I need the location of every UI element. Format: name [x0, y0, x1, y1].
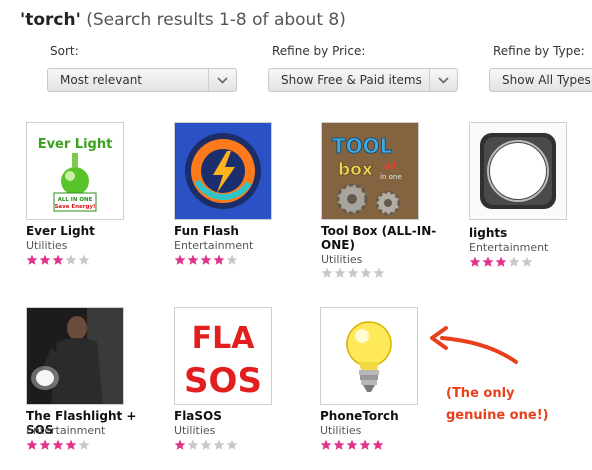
app-category: Utilities [320, 424, 362, 437]
app-category: Entertainment [174, 239, 254, 252]
app-name[interactable]: FlaSOS [174, 409, 294, 423]
flasos-logo-fla: FLA [192, 321, 256, 356]
type-filter: Refine by Type: [489, 44, 585, 58]
app-name[interactable]: Tool Box (ALL-IN-ONE) [321, 224, 441, 252]
annotation-line-1: (The only [446, 386, 515, 401]
star-filled-icon [65, 439, 77, 450]
star-rating [26, 254, 91, 266]
star-filled-icon [213, 254, 225, 265]
sort-dropdown[interactable]: Most relevant [47, 68, 237, 92]
star-filled-icon [372, 439, 384, 450]
toolbox-logo-tool: TOOL [332, 134, 393, 158]
star-rating [320, 439, 385, 451]
star-rating [26, 439, 91, 451]
type-label: Refine by Type: [493, 44, 585, 58]
yellow-lightbulb-icon[interactable] [320, 307, 418, 405]
star-filled-icon [52, 254, 64, 265]
star-filled-icon [482, 256, 494, 267]
sort-label: Sort: [50, 44, 79, 58]
ever-light-badge-line2: Save Energy! [54, 204, 95, 210]
star-empty-icon [200, 439, 212, 450]
ever-light-logo-text: Ever Light [38, 137, 113, 152]
price-label: Refine by Price: [272, 44, 366, 58]
man-with-flashlight-icon[interactable] [26, 307, 124, 405]
star-filled-icon [26, 254, 38, 265]
star-filled-icon [174, 254, 186, 265]
star-filled-icon [346, 439, 358, 450]
app-name[interactable]: Fun Flash [174, 224, 294, 238]
sort-value: Most relevant [60, 73, 143, 87]
star-empty-icon [65, 254, 77, 265]
chevron-down-icon [208, 69, 236, 91]
flash-lightning-icon[interactable] [174, 122, 272, 220]
search-results-title: 'torch' (Search results 1-8 of about 8) [20, 10, 346, 30]
star-empty-icon [78, 439, 90, 450]
price-value: Show Free & Paid items [281, 73, 422, 87]
toolbox-gears-icon[interactable]: TOOL box all in one [321, 122, 419, 220]
annotation-line-2: genuine one!) [446, 408, 549, 423]
star-filled-icon [200, 254, 212, 265]
red-arrow-annotation-icon [430, 326, 518, 364]
star-filled-icon [174, 439, 186, 450]
type-value: Show All Types [502, 73, 591, 87]
app-name[interactable]: PhoneTorch [320, 409, 440, 423]
star-filled-icon [39, 439, 51, 450]
star-empty-icon [360, 267, 372, 278]
star-filled-icon [39, 254, 51, 265]
sort-filter: Sort: [46, 44, 79, 58]
type-dropdown[interactable]: Show All Types [489, 68, 592, 92]
star-rating [174, 254, 239, 266]
star-empty-icon [347, 267, 359, 278]
flasos-logo-icon[interactable]: FLA SOS [174, 307, 272, 405]
app-category: Entertainment [26, 424, 106, 437]
toolbox-logo-inone: in one [380, 173, 402, 181]
star-filled-icon [26, 439, 38, 450]
star-filled-icon [333, 439, 345, 450]
app-name[interactable]: lights [469, 226, 589, 240]
toolbox-logo-all: all [384, 162, 396, 172]
ever-light-badge-line1: ALL IN ONE [58, 197, 93, 203]
star-rating [174, 439, 239, 451]
star-empty-icon [508, 256, 520, 267]
star-empty-icon [226, 439, 238, 450]
price-filter: Refine by Price: [268, 44, 365, 58]
star-empty-icon [521, 256, 533, 267]
star-empty-icon [321, 267, 333, 278]
toolbox-logo-box: box [338, 160, 373, 180]
star-filled-icon [495, 256, 507, 267]
flasos-logo-sos: SOS [184, 361, 262, 401]
star-filled-icon [52, 439, 64, 450]
star-filled-icon [187, 254, 199, 265]
star-rating [321, 267, 386, 279]
price-dropdown[interactable]: Show Free & Paid items [268, 68, 458, 92]
app-category: Utilities [174, 424, 216, 437]
bulb-ever-light-icon[interactable]: Ever Light ALL IN ONE Save Energy! [26, 122, 124, 220]
star-filled-icon [320, 439, 332, 450]
app-category: Utilities [321, 253, 363, 266]
chevron-down-icon [429, 69, 457, 91]
search-query: 'torch' [20, 10, 81, 30]
star-empty-icon [187, 439, 199, 450]
star-rating [469, 256, 534, 268]
app-category: Utilities [26, 239, 68, 252]
results-count: (Search results 1-8 of about 8) [86, 10, 346, 30]
star-empty-icon [373, 267, 385, 278]
star-filled-icon [469, 256, 481, 267]
star-empty-icon [213, 439, 225, 450]
app-name[interactable]: Ever Light [26, 224, 146, 238]
star-empty-icon [334, 267, 346, 278]
star-filled-icon [359, 439, 371, 450]
light-square-icon[interactable] [469, 122, 567, 220]
star-empty-icon [78, 254, 90, 265]
star-empty-icon [226, 254, 238, 265]
app-category: Entertainment [469, 241, 549, 254]
